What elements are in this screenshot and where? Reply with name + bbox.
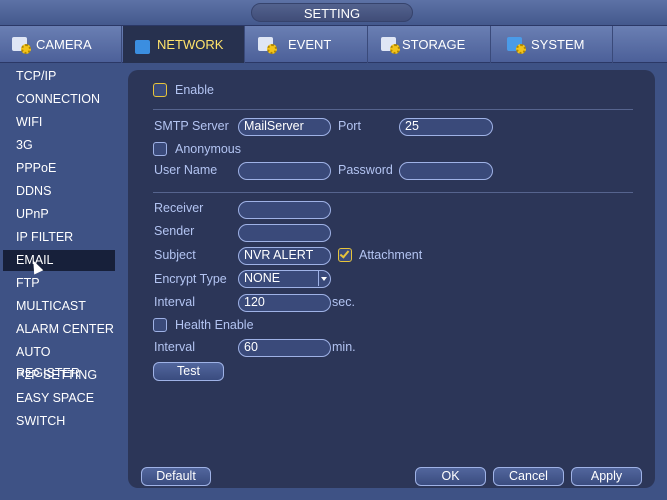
password-input[interactable] <box>399 162 493 180</box>
sender-label: Sender <box>154 224 195 238</box>
tab-storage[interactable]: STORAGE <box>369 26 491 63</box>
smtp-server-input[interactable]: MailServer <box>238 118 331 136</box>
attachment-checkbox[interactable] <box>338 248 352 262</box>
user-name-label: User Name <box>154 163 218 177</box>
sidebar-item-multicast[interactable]: MULTICAST <box>3 296 115 317</box>
encrypt-type-label: Encrypt Type <box>154 272 227 286</box>
tab-system[interactable]: SYSTEM <box>491 26 613 63</box>
ok-button[interactable]: OK <box>415 467 486 486</box>
health-interval-label: Interval <box>154 340 195 354</box>
sidebar-item-ftp[interactable]: FTP <box>3 273 115 294</box>
divider <box>153 192 633 193</box>
cancel-button[interactable]: Cancel <box>493 467 564 486</box>
sidebar-item-p2p-setting[interactable]: P2P SETTING <box>3 365 115 386</box>
health-interval-unit: min. <box>332 340 356 354</box>
email-settings-panel: Enable SMTP Server MailServer Port 25 An… <box>128 70 655 488</box>
camera-icon <box>12 36 32 54</box>
sidebar-item-tcp-ip[interactable]: TCP/IP <box>3 66 115 87</box>
sidebar-item-3g[interactable]: 3G <box>3 135 115 156</box>
sidebar-item-switch[interactable]: SWITCH <box>3 411 115 432</box>
anonymous-label: Anonymous <box>175 142 242 156</box>
sidebar-item-auto-register[interactable]: AUTO REGISTER <box>3 342 115 380</box>
sidebar-item-wifi[interactable]: WIFI <box>3 112 115 133</box>
health-interval-input[interactable]: 60 <box>238 339 331 357</box>
sidebar-item-connection[interactable]: CONNECTION <box>3 89 115 110</box>
encrypt-type-select[interactable]: NONE <box>238 270 331 288</box>
receiver-label: Receiver <box>154 201 204 215</box>
main-tabs: CAMERA NETWORK EVENT STORAGE SYSTEM <box>0 26 667 63</box>
title-bar: SETTING <box>0 0 667 26</box>
tab-label: STORAGE <box>402 37 466 52</box>
smtp-server-label: SMTP Server <box>154 119 229 133</box>
sidebar-item-email[interactable]: EMAIL <box>3 250 115 271</box>
apply-button[interactable]: Apply <box>571 467 642 486</box>
interval-unit: sec. <box>332 295 355 309</box>
port-input[interactable]: 25 <box>399 118 493 136</box>
storage-icon <box>381 36 401 54</box>
sidebar-item-pppoe[interactable]: PPPoE <box>3 158 115 179</box>
subject-label: Subject <box>154 248 196 262</box>
checkmark-icon <box>339 248 350 259</box>
event-icon <box>258 36 278 54</box>
chevron-down-icon[interactable] <box>318 271 330 286</box>
health-enable-checkbox[interactable] <box>153 318 167 332</box>
tab-network[interactable]: NETWORK <box>123 26 245 63</box>
subject-input[interactable]: NVR ALERT <box>238 247 331 265</box>
receiver-input[interactable] <box>238 201 331 219</box>
sidebar-item-upnp[interactable]: UPnP <box>3 204 115 225</box>
tab-label: CAMERA <box>36 37 92 52</box>
interval-input[interactable]: 120 <box>238 294 331 312</box>
tab-camera[interactable]: CAMERA <box>0 26 122 63</box>
divider <box>153 109 633 110</box>
test-button[interactable]: Test <box>153 362 224 381</box>
default-button[interactable]: Default <box>141 467 211 486</box>
tab-label: NETWORK <box>157 37 224 52</box>
window-title: SETTING <box>251 3 413 22</box>
tab-label: EVENT <box>288 37 332 52</box>
tab-label: SYSTEM <box>531 37 585 52</box>
attachment-label: Attachment <box>359 248 423 262</box>
sidebar-item-alarm-center[interactable]: ALARM CENTER <box>3 319 115 340</box>
interval-label: Interval <box>154 295 195 309</box>
system-icon <box>507 36 527 54</box>
tab-event[interactable]: EVENT <box>246 26 368 63</box>
sidebar-item-easy-space[interactable]: EASY SPACE <box>3 388 115 409</box>
enable-checkbox[interactable] <box>153 83 167 97</box>
enable-label: Enable <box>175 83 214 97</box>
port-label: Port <box>338 119 361 133</box>
password-label: Password <box>338 163 393 177</box>
sender-input[interactable] <box>238 224 331 242</box>
sidebar-item-ip-filter[interactable]: IP FILTER <box>3 227 115 248</box>
health-enable-label: Health Enable <box>175 318 254 332</box>
user-name-input[interactable] <box>238 162 331 180</box>
sidebar-item-ddns[interactable]: DDNS <box>3 181 115 202</box>
anonymous-checkbox[interactable] <box>153 142 167 156</box>
encrypt-type-value: NONE <box>244 271 281 285</box>
network-icon <box>135 36 155 54</box>
